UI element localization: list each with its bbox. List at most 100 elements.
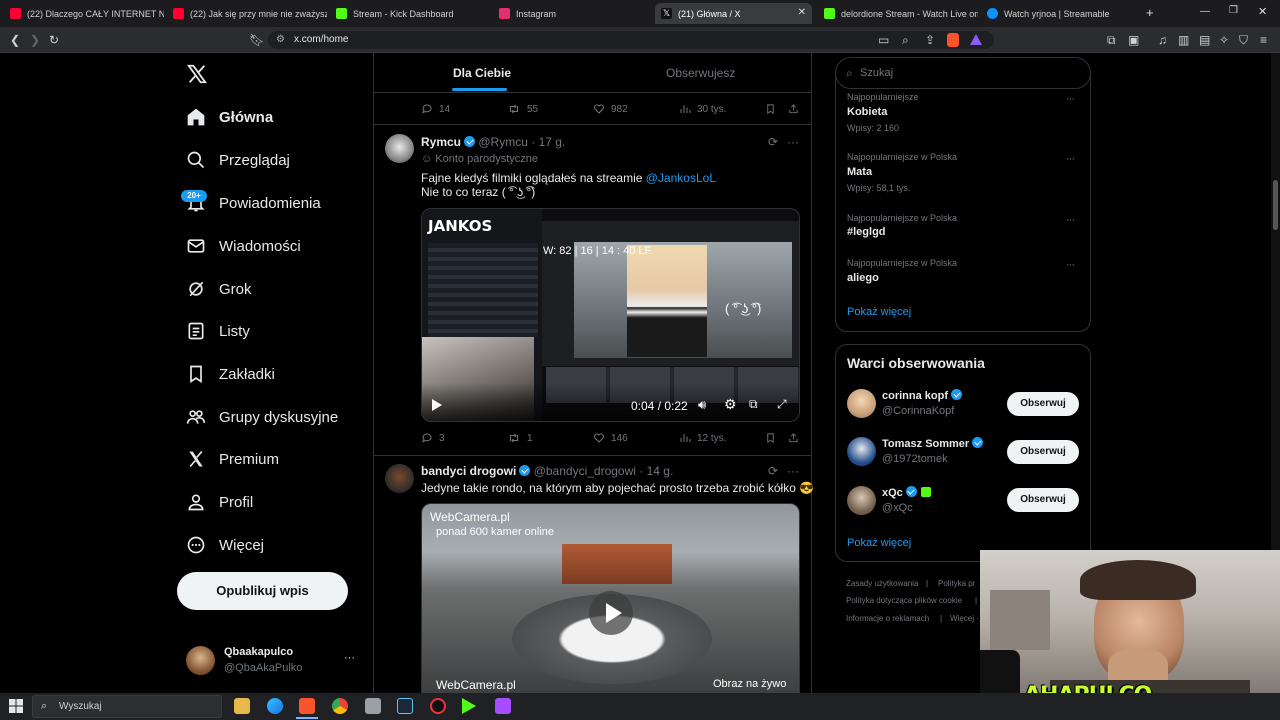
app-icon-purple[interactable] bbox=[495, 698, 511, 714]
trend-name[interactable]: #leglgd bbox=[847, 226, 886, 238]
footer-link[interactable]: Informacje o reklamach bbox=[846, 614, 929, 623]
x-logo-icon[interactable] bbox=[186, 63, 208, 85]
trend-name[interactable]: Mata bbox=[847, 166, 872, 178]
vpn-icon[interactable]: ⛉ bbox=[1239, 33, 1248, 47]
browser-tab-3[interactable]: Stream - Kick Dashboard bbox=[330, 3, 490, 24]
pip-icon[interactable]: ⧉ bbox=[749, 397, 758, 412]
restore-window-icon[interactable]: ❐ bbox=[1229, 5, 1238, 16]
sidebar-item-premium[interactable]: Premium bbox=[186, 444, 279, 474]
trend-more-icon[interactable]: ··· bbox=[1066, 259, 1075, 271]
follow-name[interactable]: corinna kopf bbox=[882, 389, 963, 402]
post-avatar[interactable] bbox=[385, 134, 414, 163]
repost-action[interactable]: 1 bbox=[507, 432, 533, 444]
chrome-icon[interactable] bbox=[332, 698, 348, 714]
post-time[interactable]: · 14 g. bbox=[639, 464, 673, 478]
follow-name[interactable]: Tomasz Sommer bbox=[882, 437, 984, 450]
like-action[interactable]: 146 bbox=[593, 432, 628, 444]
share-icon[interactable]: ⇪ bbox=[925, 33, 935, 47]
sidebar-item-messages[interactable]: Wiadomości bbox=[186, 231, 301, 261]
wallet-icon[interactable]: ▤ bbox=[1199, 33, 1210, 47]
reply-action[interactable]: 3 bbox=[421, 432, 445, 444]
play-icon[interactable] bbox=[606, 603, 622, 623]
cast-icon[interactable]: ▭ bbox=[878, 33, 889, 47]
trend-more-icon[interactable]: ··· bbox=[1066, 214, 1075, 226]
post-avatar[interactable] bbox=[385, 464, 414, 493]
edge-icon[interactable] bbox=[267, 698, 283, 714]
volume-icon[interactable]: 🔊︎ bbox=[698, 397, 706, 413]
follow-name[interactable]: xQc bbox=[882, 486, 931, 499]
follow-avatar[interactable] bbox=[847, 389, 876, 418]
follow-show-more-link[interactable]: Pokaż więcej bbox=[847, 537, 911, 549]
post-button[interactable]: Opublikuj wpis bbox=[177, 572, 348, 610]
app-icon[interactable] bbox=[365, 698, 381, 714]
post-more-icon[interactable]: ··· bbox=[787, 135, 799, 149]
post-author-handle[interactable]: @bandyci_drogowi bbox=[534, 464, 636, 478]
minimize-window-icon[interactable]: — bbox=[1200, 6, 1210, 17]
forward-icon[interactable]: ❯ bbox=[30, 33, 40, 47]
footer-link[interactable]: Zasady użytkowania bbox=[846, 579, 918, 588]
video-player[interactable]: JANKOS W: 82 | 16 | 14 : 40 LF ( ͡° ͜ʖ ͡… bbox=[421, 208, 800, 422]
trends-show-more-link[interactable]: Pokaż więcej bbox=[847, 306, 911, 318]
trend-name[interactable]: aliego bbox=[847, 272, 879, 284]
tab-for-you[interactable]: Dla Ciebie bbox=[453, 66, 511, 80]
post-time[interactable]: · 17 g. bbox=[531, 135, 565, 149]
follow-avatar[interactable] bbox=[847, 437, 876, 466]
footer-link[interactable]: Polityka pr bbox=[938, 579, 975, 588]
browser-tab-4[interactable]: Instagram bbox=[493, 3, 653, 24]
reload-icon[interactable]: ↻ bbox=[49, 33, 59, 47]
extensions-icon[interactable]: ⧉ bbox=[1107, 33, 1116, 47]
follow-avatar[interactable] bbox=[847, 486, 876, 515]
sidebar-item-more[interactable]: Więcej bbox=[186, 530, 264, 560]
footer-link[interactable]: Polityka dotycząca plików cookie bbox=[846, 596, 962, 605]
repost-action[interactable]: 55 bbox=[507, 103, 538, 115]
fullscreen-icon[interactable]: ⤢ bbox=[777, 397, 787, 412]
sidebar-item-communities[interactable]: Grupy dyskusyjne bbox=[186, 402, 338, 432]
browser-tab-7[interactable]: Watch yrjnoa | Streamable bbox=[981, 3, 1141, 24]
trend-more-icon[interactable]: ··· bbox=[1066, 153, 1075, 165]
mention-link[interactable]: @JankosLoL bbox=[646, 171, 716, 185]
video-player[interactable]: WebCamera.pl ponad 600 kamer online WebC… bbox=[421, 503, 800, 693]
media-icon[interactable]: ♫ bbox=[1158, 33, 1167, 47]
browser-tab-6[interactable]: delordione Stream - Watch Live on K bbox=[818, 3, 978, 24]
trend-name[interactable]: Kobieta bbox=[847, 106, 887, 118]
tab-following[interactable]: Obserwujesz bbox=[666, 66, 735, 80]
brave-rewards-icon[interactable] bbox=[970, 34, 982, 45]
file-explorer-icon[interactable] bbox=[234, 698, 250, 714]
bookmark-page-icon[interactable]: 🔖︎ bbox=[249, 33, 264, 47]
sidebar-item-home[interactable]: Główna bbox=[186, 102, 273, 132]
post-author-handle[interactable]: @Rymcu bbox=[478, 135, 528, 149]
account-menu-icon[interactable]: ··· bbox=[344, 652, 355, 664]
menu-icon[interactable]: ≡ bbox=[1260, 33, 1267, 47]
scrollbar-thumb[interactable] bbox=[1273, 180, 1278, 230]
brave-shield-icon[interactable] bbox=[947, 33, 959, 47]
footer-link[interactable]: Więcej · bbox=[950, 614, 979, 623]
share-action[interactable] bbox=[788, 432, 805, 444]
new-tab-button[interactable]: + bbox=[1146, 5, 1154, 20]
close-window-icon[interactable]: ✕ bbox=[1258, 5, 1267, 18]
sidebar-item-lists[interactable]: Listy bbox=[186, 316, 250, 346]
media-player-icon[interactable] bbox=[462, 698, 476, 714]
obs-icon[interactable] bbox=[430, 698, 446, 714]
reply-action[interactable]: 14 bbox=[421, 103, 450, 115]
follow-button[interactable]: Obserwuj bbox=[1007, 392, 1079, 416]
leo-ai-icon[interactable]: ✧ bbox=[1219, 33, 1229, 47]
back-icon[interactable]: ❮ bbox=[10, 33, 20, 47]
views-action[interactable]: 12 tys. bbox=[679, 432, 726, 444]
like-action[interactable]: 982 bbox=[593, 103, 628, 115]
windows-start-icon[interactable] bbox=[9, 699, 23, 713]
browser-tab-1[interactable]: (22) Dlaczego CAŁY INTERNET Nien bbox=[4, 3, 164, 24]
browser-tab-2[interactable]: (22) Jak się przy mnie nie zważysz, to bbox=[167, 3, 327, 24]
account-avatar[interactable] bbox=[186, 646, 215, 675]
settings-icon[interactable]: ⚙ bbox=[724, 396, 737, 413]
share-action[interactable] bbox=[788, 103, 805, 115]
post-author-name[interactable]: bandyci drogowi bbox=[421, 464, 516, 478]
browser-tab-active[interactable]: 𝕏 (21) Główna / X ✕ bbox=[655, 3, 812, 24]
follow-button[interactable]: Obserwuj bbox=[1007, 488, 1079, 512]
post-author-name[interactable]: Rymcu bbox=[421, 135, 461, 149]
sidebar-toggle-icon[interactable]: ▥ bbox=[1178, 33, 1189, 47]
sidebar-item-explore[interactable]: Przeglądaj bbox=[186, 145, 290, 175]
play-icon[interactable] bbox=[432, 399, 442, 411]
close-tab-icon[interactable]: ✕ bbox=[798, 7, 806, 18]
site-info-icon[interactable]: ⚙ bbox=[276, 34, 285, 45]
bookmark-action[interactable] bbox=[765, 103, 782, 115]
